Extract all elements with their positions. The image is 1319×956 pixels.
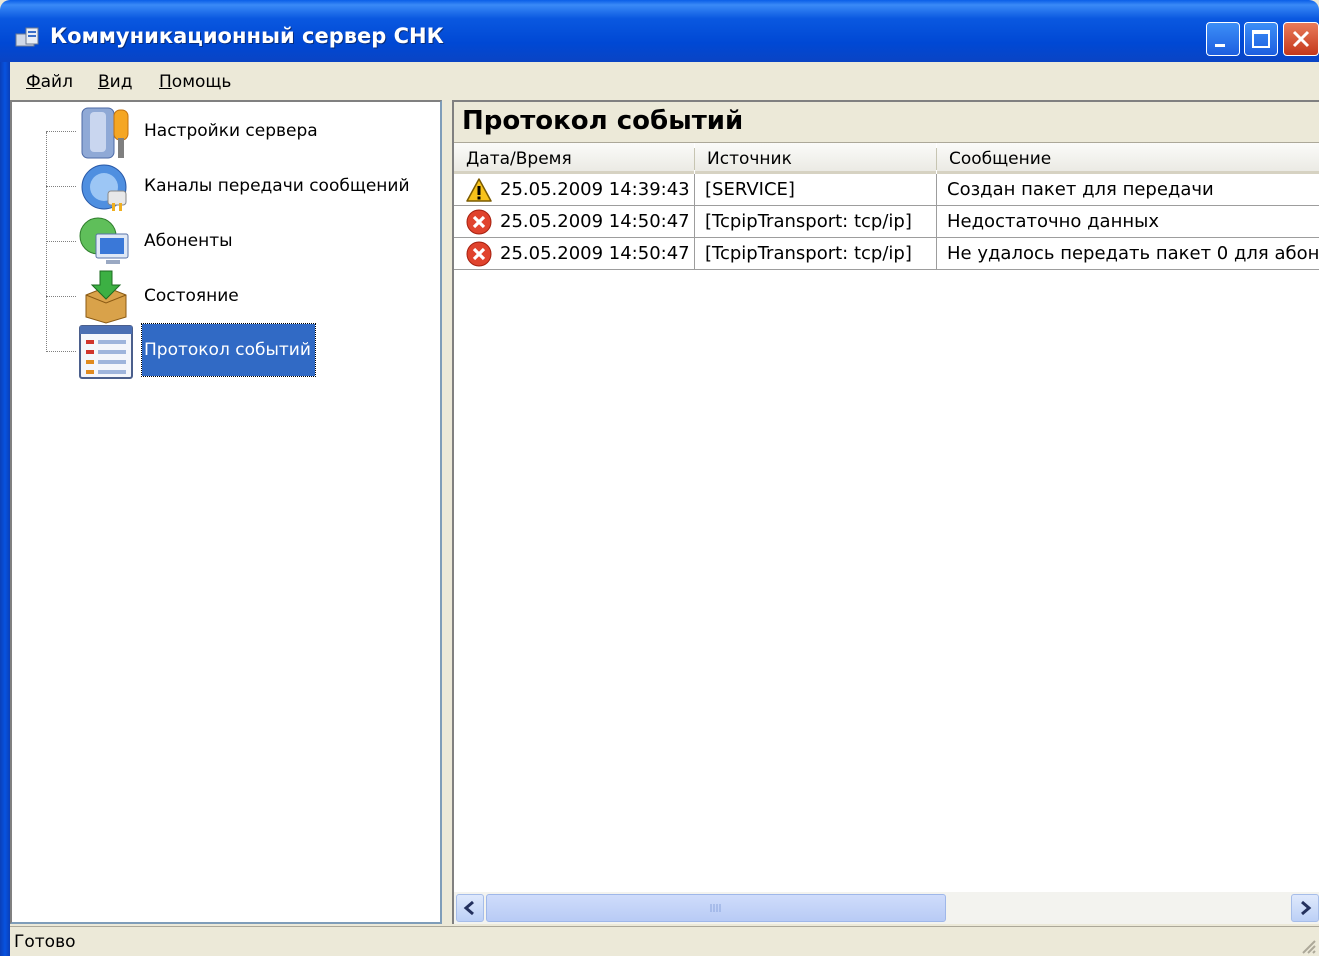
table-row[interactable]: 25.05.2009 14:39:43 [SERVICE] Создан пак…: [454, 174, 1319, 206]
tree-branch: [46, 241, 76, 242]
cell-datetime: 25.05.2009 14:50:47: [454, 206, 695, 238]
column-header-message[interactable]: Сообщение: [937, 143, 1319, 174]
cell-datetime: 25.05.2009 14:39:43: [454, 174, 695, 206]
event-log-panel: Протокол событий Дата/Время Источник Соо…: [452, 100, 1319, 924]
column-label: Источник: [707, 149, 792, 169]
source-text: [TcpipTransport: tcp/ip]: [705, 211, 912, 232]
tree-branch: [46, 296, 76, 297]
window-frame-left: [0, 62, 10, 956]
message-text: Недостаточно данных: [947, 211, 1159, 232]
column-label: Сообщение: [949, 149, 1052, 169]
tools-icon: [81, 107, 129, 159]
list-log-icon: [79, 325, 133, 379]
grip-lines-icon: [710, 904, 721, 912]
column-label: Дата/Время: [466, 149, 572, 169]
scroll-thumb[interactable]: [486, 894, 946, 922]
cell-message: Недостаточно данных: [937, 206, 1319, 238]
status-text: Готово: [14, 932, 76, 952]
window-title: Коммуникационный сервер СНК: [50, 24, 444, 48]
column-header-source[interactable]: Источник: [695, 143, 936, 174]
close-button[interactable]: [1283, 22, 1319, 56]
minimize-button[interactable]: [1206, 22, 1240, 56]
tree-label: Настройки сервера: [144, 121, 318, 141]
tree-connector: [46, 132, 47, 352]
tree-label: Каналы передачи сообщений: [144, 176, 410, 196]
cell-source: [TcpipTransport: tcp/ip]: [695, 238, 937, 270]
menu-view[interactable]: Вид: [98, 72, 132, 92]
horizontal-scrollbar[interactable]: [454, 892, 1319, 924]
resize-grip-icon[interactable]: [1297, 935, 1317, 955]
tree-label: Абоненты: [144, 231, 233, 251]
navigation-tree[interactable]: Настройки сервера Каналы передачи сообще…: [10, 100, 442, 924]
cell-message: Создан пакет для передачи: [937, 174, 1319, 206]
tree-label-selected: Протокол событий: [141, 323, 316, 377]
box-arrow-icon: [85, 270, 127, 324]
tree-branch: [46, 351, 76, 352]
error-icon: [466, 209, 492, 235]
chevron-right-icon: [1301, 900, 1312, 916]
cell-datetime: 25.05.2009 14:50:47: [454, 238, 695, 270]
tree-branch: [46, 186, 76, 187]
globe-plug-icon: [81, 164, 127, 211]
warning-icon: [466, 178, 492, 202]
datetime-text: 25.05.2009 14:50:47: [500, 243, 690, 264]
scroll-right-button[interactable]: [1291, 894, 1319, 922]
network-computer-icon: [79, 217, 129, 264]
server-app-icon: [15, 27, 39, 47]
panel-title: Протокол событий: [462, 106, 744, 136]
cell-source: [SERVICE]: [695, 174, 937, 206]
table-row[interactable]: 25.05.2009 14:50:47 [TcpipTransport: tcp…: [454, 238, 1319, 270]
error-icon: [466, 241, 492, 267]
maximize-button[interactable]: [1244, 22, 1278, 56]
message-text: Не удалось передать пакет 0 для абонент: [947, 243, 1319, 264]
menu-help[interactable]: Помощь: [159, 72, 231, 92]
chevron-left-icon: [463, 900, 474, 916]
maximize-icon: [1252, 30, 1270, 48]
table-row[interactable]: 25.05.2009 14:50:47 [TcpipTransport: tcp…: [454, 206, 1319, 238]
menu-file[interactable]: Файл: [26, 72, 73, 92]
menu-bar: Файл Вид Помощь: [10, 62, 1319, 100]
message-text: Создан пакет для передачи: [947, 179, 1214, 200]
tree-branch: [46, 131, 76, 132]
scroll-left-button[interactable]: [456, 894, 484, 922]
status-bar: Готово: [10, 926, 1319, 956]
cell-source: [TcpipTransport: tcp/ip]: [695, 206, 937, 238]
source-text: [TcpipTransport: tcp/ip]: [705, 243, 912, 264]
close-icon: [1292, 30, 1310, 48]
source-text: [SERVICE]: [705, 179, 795, 200]
app-window: Коммуникационный сервер СНК Файл Вид Пом…: [0, 0, 1319, 956]
minimize-icon: [1215, 44, 1225, 47]
panel-header: Протокол событий: [454, 102, 1319, 143]
tree-label: Состояние: [144, 286, 239, 306]
datetime-text: 25.05.2009 14:39:43: [500, 179, 690, 200]
column-header-datetime[interactable]: Дата/Время: [454, 143, 694, 174]
pane-splitter[interactable]: [442, 100, 452, 924]
cell-message: Не удалось передать пакет 0 для абонент: [937, 238, 1319, 270]
title-bar[interactable]: Коммуникационный сервер СНК: [0, 0, 1319, 62]
datetime-text: 25.05.2009 14:50:47: [500, 211, 690, 232]
